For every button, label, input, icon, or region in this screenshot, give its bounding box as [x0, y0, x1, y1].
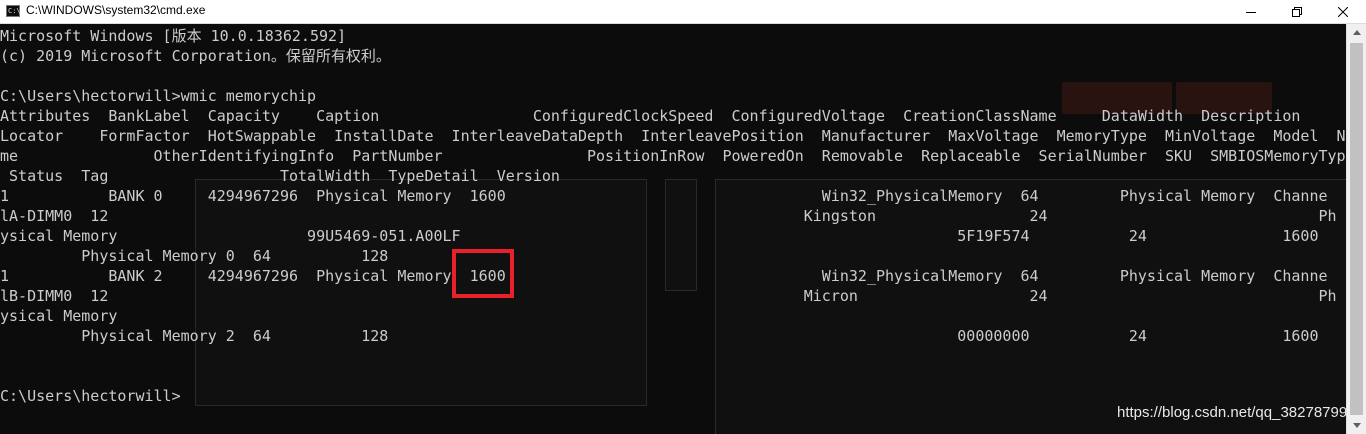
console-line: lB-DIMM0 12 Micron 24 Ph	[0, 287, 1337, 305]
console-line: Attributes BankLabel Capacity Caption Co…	[0, 107, 1346, 125]
console-line: Physical Memory 2 64 128 00000000 24 160…	[0, 327, 1319, 345]
minimize-button[interactable]	[1228, 0, 1274, 23]
console-line: 1 BANK 0 4294967296 Physical Memory 1600…	[0, 187, 1328, 205]
close-icon	[1338, 6, 1348, 17]
scroll-down-arrow-icon	[1352, 423, 1361, 428]
console-area[interactable]: Microsoft Windows [版本 10.0.18362.592] (c)…	[0, 24, 1346, 434]
close-button[interactable]	[1320, 0, 1366, 23]
console-output: Microsoft Windows [版本 10.0.18362.592] (c)…	[0, 26, 1346, 406]
scroll-up-arrow-icon	[1352, 30, 1361, 35]
console-line: Physical Memory 0 64 128	[0, 247, 389, 265]
vertical-scrollbar[interactable]	[1346, 24, 1366, 434]
title-bar[interactable]: C:\ C:\WINDOWS\system32\cmd.exe	[0, 0, 1366, 24]
minimize-icon	[1246, 11, 1256, 13]
console-line: 1 BANK 2 4294967296 Physical Memory 1600…	[0, 267, 1328, 285]
scroll-thumb[interactable]	[1350, 43, 1363, 415]
console-line: C:\Users\hectorwill>wmic memorychip	[0, 87, 317, 105]
console-line: lA-DIMM0 12 Kingston 24 Ph	[0, 207, 1337, 225]
watermark-url: https://blog.csdn.net/qq_38278799	[1117, 404, 1346, 421]
console-line: (c) 2019 Microsoft Corporation。保留所有权利。	[0, 47, 391, 65]
scroll-down-button[interactable]	[1347, 417, 1366, 434]
scroll-up-button[interactable]	[1347, 24, 1366, 41]
console-line: ysical Memory 99U5469-051.A00LF 5F19F574…	[0, 227, 1319, 245]
maximize-button[interactable]	[1274, 0, 1320, 23]
console-line: Status Tag TotalWidth TypeDetail Version	[0, 167, 560, 185]
console-line: ysical Memory	[0, 307, 118, 325]
cmd-window: C:\ C:\WINDOWS\system32\cmd.exe Microsof…	[0, 0, 1366, 434]
console-line: me OtherIdentifyingInfo PartNumber Posit…	[0, 147, 1346, 165]
console-line: Microsoft Windows [版本 10.0.18362.592]	[0, 27, 347, 45]
console-line: C:\Users\hectorwill>	[0, 387, 181, 405]
console-icon: C:\	[6, 5, 21, 17]
window-title: C:\WINDOWS\system32\cmd.exe	[26, 3, 206, 17]
maximize-icon	[1292, 6, 1302, 17]
console-line: Locator FormFactor HotSwappable InstallD…	[0, 127, 1346, 145]
